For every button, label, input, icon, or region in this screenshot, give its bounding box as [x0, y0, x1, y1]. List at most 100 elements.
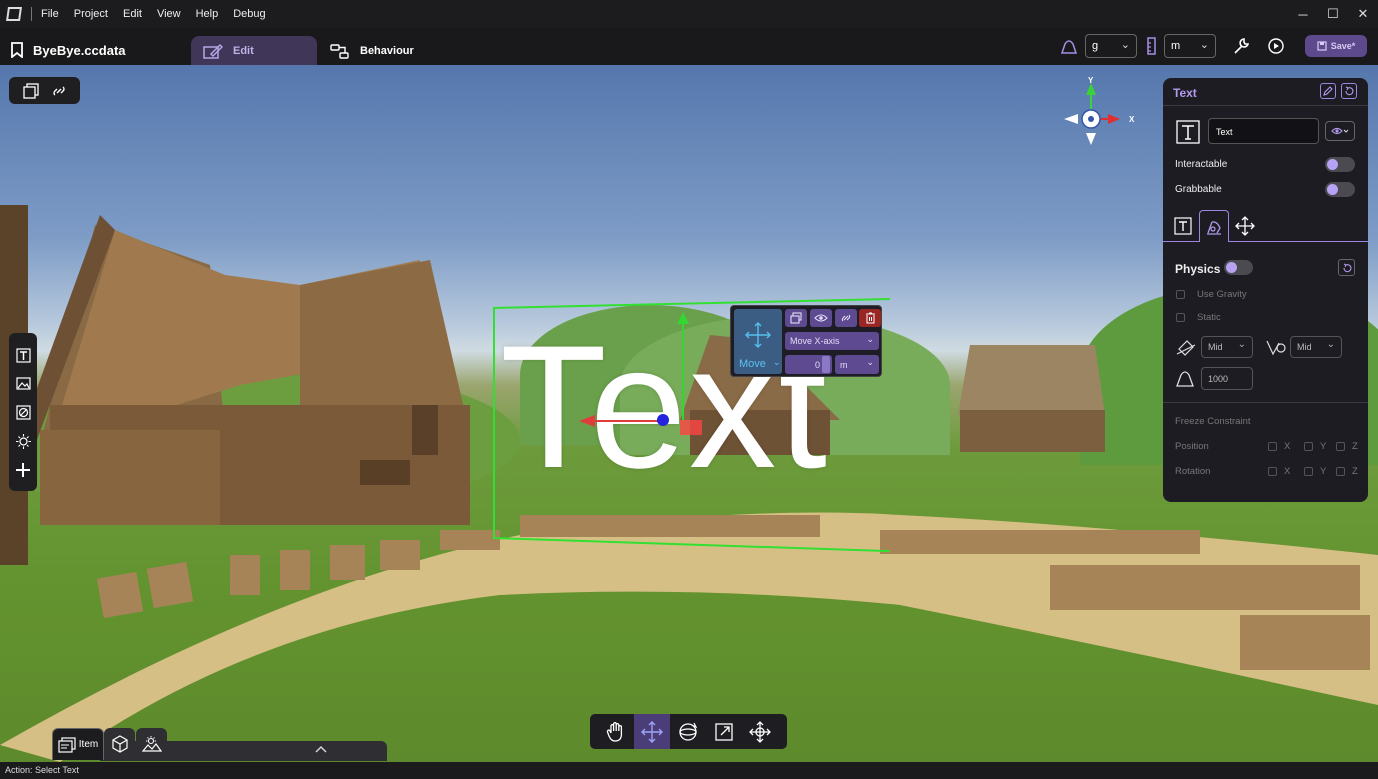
insert-text-button[interactable]: [9, 343, 37, 367]
bounce-select[interactable]: Mid ⌄: [1290, 336, 1342, 358]
move-value-input[interactable]: 0: [785, 355, 832, 374]
insert-shape-button[interactable]: [9, 400, 37, 424]
menu-view[interactable]: View: [157, 8, 181, 20]
orientation-gizmo[interactable]: [1060, 77, 1126, 149]
insert-image-button[interactable]: [9, 371, 37, 395]
save-button[interactable]: Save*: [1305, 35, 1367, 57]
static-checkbox[interactable]: [1176, 313, 1185, 322]
move-mode-button[interactable]: Move ⌄: [734, 309, 782, 374]
reset-button[interactable]: [1341, 83, 1357, 99]
edit-name-button[interactable]: [1320, 83, 1336, 99]
behaviour-mode-icon: [330, 43, 349, 59]
friction-icon: [1176, 340, 1196, 356]
insert-light-button[interactable]: [9, 429, 37, 453]
freeze-position-y-checkbox[interactable]: [1304, 442, 1313, 451]
bookmark-icon[interactable]: [11, 42, 23, 58]
link-icon[interactable]: [51, 83, 67, 99]
move-axis-select[interactable]: Move X-axis ⌄: [785, 332, 879, 350]
freeze-position-x-checkbox[interactable]: [1268, 442, 1277, 451]
divider: [1163, 402, 1368, 403]
object-name-field[interactable]: Text: [1208, 118, 1319, 144]
physics-toggle[interactable]: [1224, 260, 1253, 275]
freeze-rotation-x-checkbox[interactable]: [1268, 467, 1277, 476]
chevron-down-icon: ⌄: [1326, 339, 1335, 350]
freeze-constraint-label: Freeze Constraint: [1175, 416, 1251, 427]
friction-value: Mid: [1208, 342, 1223, 352]
edit-mode-icon: [203, 43, 223, 59]
toggle-knob: [1327, 159, 1338, 170]
grabbable-toggle[interactable]: [1325, 182, 1355, 197]
wrench-icon[interactable]: [1232, 37, 1250, 55]
tab-behaviour[interactable]: Behaviour: [328, 36, 438, 65]
freeze-rotation-label: Rotation: [1175, 466, 1211, 477]
layers-icon[interactable]: [23, 83, 39, 99]
tab-item[interactable]: Item: [52, 728, 104, 760]
rotate-icon: [679, 722, 698, 741]
menu-edit[interactable]: Edit: [123, 8, 142, 20]
item-icon: [58, 736, 76, 753]
tab-text-properties[interactable]: [1168, 210, 1198, 242]
axis-x-label: X: [1284, 466, 1291, 477]
menu-debug[interactable]: Debug: [233, 8, 265, 20]
tab-environment[interactable]: [136, 728, 167, 760]
tab-edit[interactable]: Edit: [191, 36, 317, 65]
mass-field[interactable]: 1000: [1201, 367, 1253, 390]
tab-physics[interactable]: [1199, 210, 1229, 242]
duplicate-icon: [790, 312, 802, 324]
add-button[interactable]: [9, 458, 37, 482]
physics-label: Physics: [1175, 262, 1221, 276]
duplicate-button[interactable]: [785, 309, 807, 327]
length-unit-select[interactable]: m ⌄: [1164, 34, 1216, 58]
tab-objects[interactable]: [104, 728, 135, 760]
move-gizmo[interactable]: [575, 310, 715, 435]
mass-icon: [1176, 371, 1194, 387]
grabbable-label: Grabbable: [1175, 184, 1222, 195]
gizmo-x-label: X: [1129, 115, 1135, 124]
visibility-button[interactable]: [810, 309, 832, 327]
move-unit-select[interactable]: m ⌄: [835, 355, 879, 374]
text-icon: [15, 347, 31, 363]
pencil-icon: [1323, 86, 1333, 96]
visibility-select[interactable]: [1325, 121, 1355, 141]
tab-item-label: Item: [78, 739, 99, 750]
freeze-rotation-y-checkbox[interactable]: [1304, 467, 1313, 476]
status-message: Action: Select Text: [5, 765, 79, 775]
axis-x-label: X: [1284, 441, 1291, 452]
axis-z-label: Z: [1352, 441, 1358, 452]
transform-tool-button[interactable]: [742, 714, 778, 749]
freeze-position-z-checkbox[interactable]: [1336, 442, 1345, 451]
chevron-up-icon[interactable]: [315, 744, 327, 754]
maximize-button[interactable]: ☐: [1318, 0, 1348, 28]
menu-help[interactable]: Help: [196, 8, 219, 20]
menu-project[interactable]: Project: [74, 8, 108, 20]
status-bar: Action: Select Text: [0, 762, 1378, 779]
close-button[interactable]: ✕: [1348, 0, 1378, 28]
axis-y-label: Y: [1320, 441, 1327, 452]
freeze-position-label: Position: [1175, 441, 1209, 452]
grab-tool-button[interactable]: [598, 714, 634, 749]
minimize-button[interactable]: ─: [1288, 0, 1318, 28]
move-mode-label: Move: [739, 358, 766, 370]
move-tool-button[interactable]: [634, 714, 670, 749]
friction-select[interactable]: Mid ⌄: [1201, 336, 1253, 358]
eye-icon: [814, 314, 828, 322]
physics-reset-button[interactable]: [1338, 259, 1355, 276]
delete-button[interactable]: [859, 309, 881, 327]
toggle-knob: [1327, 184, 1338, 195]
cube-icon: [111, 735, 128, 753]
tab-transform[interactable]: [1230, 210, 1260, 242]
value-stepper[interactable]: [822, 356, 830, 373]
bounding-box-edge: [493, 307, 495, 539]
scale-icon: [715, 722, 733, 741]
title-bar: File Project Edit View Help Debug ─ ☐ ✕: [0, 0, 1378, 28]
scale-tool-button[interactable]: [706, 714, 742, 749]
window-controls: ─ ☐ ✕: [1288, 0, 1378, 28]
freeze-rotation-z-checkbox[interactable]: [1336, 467, 1345, 476]
rotate-tool-button[interactable]: [670, 714, 706, 749]
menu-file[interactable]: File: [41, 8, 59, 20]
play-icon[interactable]: [1268, 38, 1284, 54]
use-gravity-checkbox[interactable]: [1176, 290, 1185, 299]
interactable-toggle[interactable]: [1325, 157, 1355, 172]
link-button[interactable]: [835, 309, 857, 327]
mass-unit-select[interactable]: g ⌄: [1085, 34, 1137, 58]
